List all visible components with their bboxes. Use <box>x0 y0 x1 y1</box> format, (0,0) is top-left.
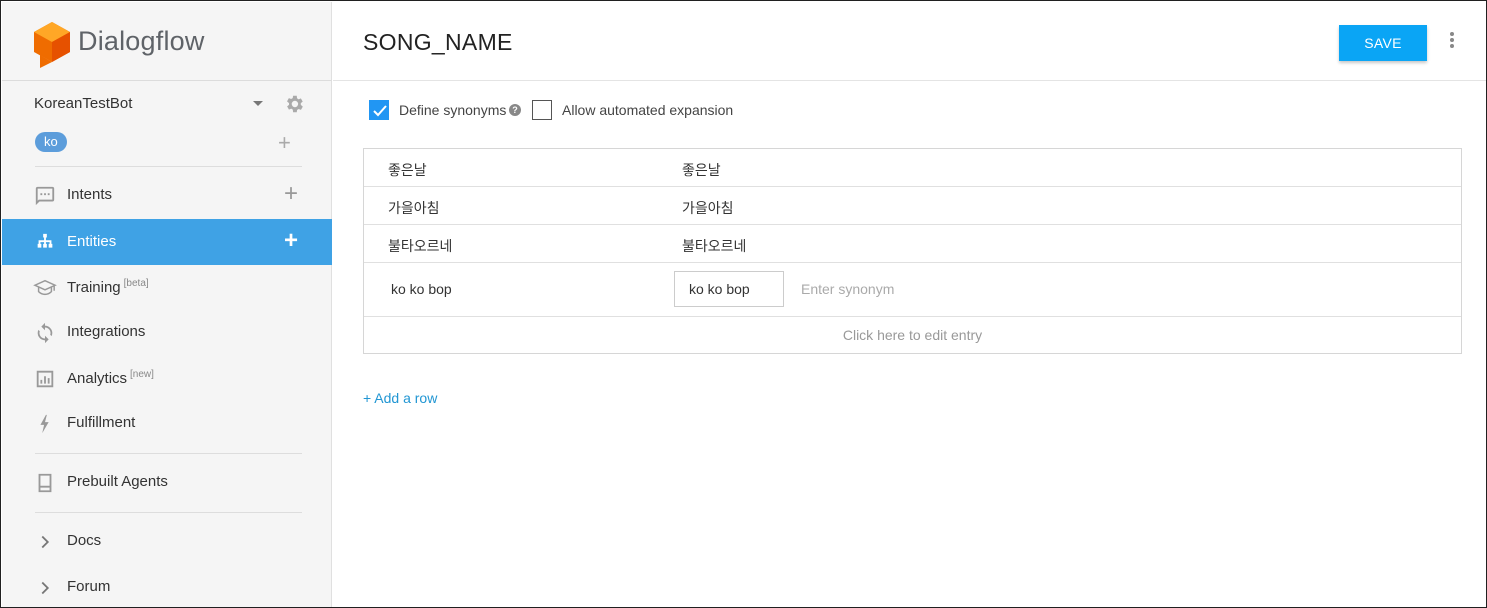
brand-header: Dialogflow <box>2 2 332 81</box>
sidebar-item-label: Forum <box>67 578 111 595</box>
language-pill[interactable]: ko <box>35 132 67 152</box>
sidebar-item-label: Integrations <box>67 323 146 340</box>
check-icon <box>373 105 387 117</box>
table-row[interactable]: 가을아침 가을아침 <box>364 187 1461 225</box>
app-window: Dialogflow KoreanTestBot ko + Intents + … <box>0 0 1487 608</box>
main-content: SONG_NAME SAVE Define synonyms ? Allow a… <box>333 2 1486 607</box>
sidebar: Dialogflow KoreanTestBot ko + Intents + … <box>2 2 332 607</box>
brand-name[interactable]: Dialogflow <box>78 26 205 57</box>
editing-row[interactable]: ko ko bop ko ko bop Enter synonym <box>364 263 1461 317</box>
chevron-right-icon <box>41 535 50 549</box>
add-language-icon[interactable]: + <box>278 132 291 154</box>
sidebar-item-entities[interactable]: Entities + <box>2 219 332 265</box>
sidebar-item-label: Intents <box>67 186 113 203</box>
gear-icon[interactable] <box>283 93 305 115</box>
chevron-right-icon <box>41 581 50 595</box>
language-row: ko + <box>35 132 305 154</box>
sync-icon <box>37 322 53 344</box>
divider <box>35 453 302 454</box>
new-badge: [new] <box>130 369 154 380</box>
sidebar-item-label: Analytics [new] <box>67 369 154 387</box>
save-button[interactable]: SAVE <box>1339 25 1427 61</box>
sidebar-item-prebuilt-agents[interactable]: Prebuilt Agents <box>2 459 332 505</box>
sidebar-item-fulfillment[interactable]: Fulfillment <box>2 400 332 446</box>
sidebar-item-analytics[interactable]: Analytics [new] <box>2 355 332 401</box>
synonyms-value: 좋은날 <box>682 162 721 178</box>
edit-entry-row[interactable]: Click here to edit entry <box>364 317 1461 353</box>
divider <box>35 512 302 513</box>
sidebar-item-integrations[interactable]: Integrations <box>2 309 332 355</box>
hierarchy-icon <box>37 233 53 248</box>
automated-expansion-label[interactable]: Allow automated expansion <box>562 102 733 118</box>
edit-entry-hint: Click here to edit entry <box>842 327 983 343</box>
add-row-link[interactable]: + Add a row <box>363 390 437 406</box>
sidebar-item-label: Docs <box>67 532 102 549</box>
add-entity-icon[interactable]: + <box>284 229 298 253</box>
sidebar-item-label: Entities <box>67 233 117 250</box>
help-icon[interactable]: ? <box>509 104 521 116</box>
graduation-cap-icon <box>33 279 57 296</box>
table-row[interactable]: 좋은날 좋은날 <box>364 149 1461 187</box>
beta-badge: [beta] <box>123 278 149 289</box>
sidebar-item-intents[interactable]: Intents + <box>2 172 332 218</box>
divider <box>35 166 302 167</box>
entries-table: 좋은날 좋은날 가을아침 가을아침 불타오르네 불타오르네 ko ko bop … <box>363 148 1462 354</box>
reference-value: 가을아침 <box>388 200 440 216</box>
agent-name[interactable]: KoreanTestBot <box>34 95 132 112</box>
caret-down-icon[interactable] <box>253 101 263 106</box>
bar-chart-icon <box>36 370 54 388</box>
define-synonyms-label[interactable]: Define synonyms <box>399 102 506 118</box>
automated-expansion-checkbox[interactable] <box>532 100 552 120</box>
synonym-chip[interactable]: ko ko bop <box>674 271 784 307</box>
synonym-input[interactable]: Enter synonym <box>801 281 894 297</box>
sidebar-item-label: Prebuilt Agents <box>67 473 168 490</box>
reference-input[interactable]: ko ko bop <box>391 281 452 297</box>
add-intent-icon[interactable]: + <box>284 182 298 206</box>
define-synonyms-checkbox[interactable] <box>369 100 389 120</box>
agent-selector[interactable]: KoreanTestBot <box>34 95 306 115</box>
sidebar-item-training[interactable]: Training [beta] <box>2 264 332 310</box>
synonyms-value: 불타오르네 <box>682 238 747 254</box>
sidebar-item-forum[interactable]: Forum <box>2 564 332 607</box>
synonyms-value: 가을아침 <box>682 200 734 216</box>
sidebar-item-docs[interactable]: Docs <box>2 518 332 564</box>
sidebar-item-label: Training [beta] <box>67 278 149 296</box>
chat-icon <box>35 186 55 206</box>
lightning-icon <box>40 414 49 434</box>
page-title[interactable]: SONG_NAME <box>363 29 513 56</box>
table-row[interactable]: 불타오르네 불타오르네 <box>364 225 1461 263</box>
sidebar-item-label: Fulfillment <box>67 414 136 431</box>
reference-value: 좋은날 <box>388 162 427 178</box>
more-vert-icon[interactable] <box>1450 32 1454 50</box>
entity-options: Define synonyms ? Allow automated expans… <box>369 100 1069 122</box>
reference-value: 불타오르네 <box>388 238 453 254</box>
book-icon <box>38 473 52 493</box>
dialogflow-logo-icon[interactable] <box>34 22 70 68</box>
page-header: SONG_NAME SAVE <box>333 2 1486 81</box>
